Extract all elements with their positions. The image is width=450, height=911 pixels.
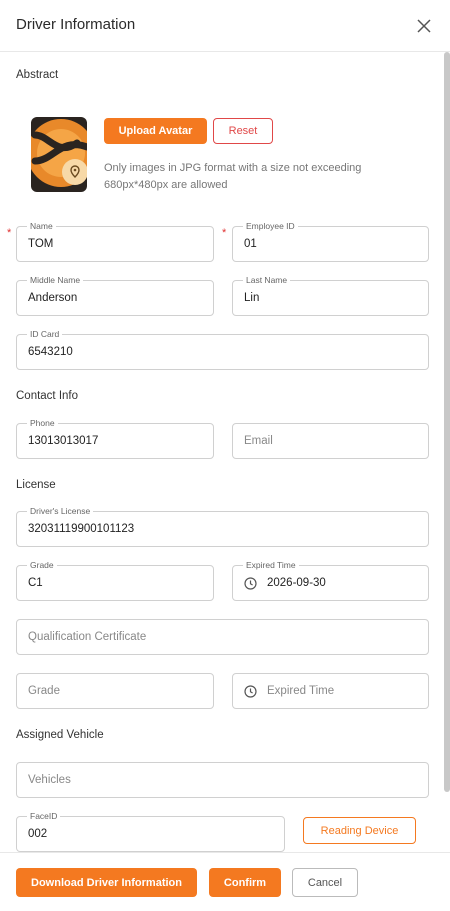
id-card-value: 6543210 [28,346,73,358]
dialog-title: Driver Information [16,16,136,33]
required-mark-employee-id: * [222,227,227,239]
middle-name-field[interactable]: Middle Name Anderson [16,274,214,316]
face-id-value: 002 [28,828,48,840]
last-name-value: Lin [244,292,260,304]
section-assigned-vehicle: Assigned Vehicle [16,729,104,741]
dialog-footer: Download Driver Information Confirm Canc… [0,852,450,911]
certificate-expired-time-field[interactable]: Expired Time [232,673,429,709]
upload-avatar-button[interactable]: Upload Avatar [104,118,207,144]
employee-id-field[interactable]: Employee ID 01 [232,220,429,262]
phone-value: 13013013017 [28,435,99,447]
middle-name-value: Anderson [28,292,78,304]
qualification-certificate-field[interactable]: Qualification Certificate [16,619,429,655]
phone-label: Phone [27,417,58,429]
reset-avatar-button[interactable]: Reset [213,118,273,144]
certificate-grade-placeholder: Grade [28,685,60,697]
drivers-license-field[interactable]: Driver's License 32031119900101123 [16,505,429,547]
dialog-header: Driver Information [0,0,450,52]
section-contact-info: Contact Info [16,390,79,402]
scrollbar[interactable] [444,52,450,792]
drivers-license-value: 32031119900101123 [28,523,135,535]
grade-label: Grade [27,559,57,571]
vehicles-field[interactable]: Vehicles [16,762,429,798]
expired-time-field[interactable]: Expired Time 2026-09-30 [232,559,429,601]
certificate-grade-field[interactable]: Grade [16,673,214,709]
qualification-certificate-placeholder: Qualification Certificate [28,631,147,643]
grade-field[interactable]: Grade C1 [16,559,214,601]
grade-value: C1 [28,577,43,589]
face-id-label: FaceID [27,810,61,822]
employee-id-label: Employee ID [243,220,298,232]
name-field[interactable]: Name TOM [16,220,214,262]
id-card-field[interactable]: ID Card 6543210 [16,328,429,370]
required-mark-name: * [7,227,12,239]
section-abstract: Abstract [16,69,59,81]
upload-hint-line2: 680px*480px are allowed [104,179,228,191]
name-value: TOM [28,238,54,250]
upload-hint-line1: Only images in JPG format with a size no… [104,162,362,174]
upload-hint: Only images in JPG format with a size no… [104,160,404,194]
last-name-label: Last Name [243,274,291,286]
download-driver-information-button[interactable]: Download Driver Information [16,868,197,897]
id-card-label: ID Card [27,328,63,340]
middle-name-label: Middle Name [27,274,84,286]
confirm-button[interactable]: Confirm [209,868,281,897]
email-field[interactable]: Email [232,423,429,459]
cancel-button[interactable]: Cancel [292,868,358,897]
name-label: Name [27,220,56,232]
section-license: License [16,479,56,491]
expired-time-value: 2026-09-30 [267,577,326,589]
certificate-expired-time-placeholder: Expired Time [267,685,335,697]
last-name-field[interactable]: Last Name Lin [232,274,429,316]
clock-icon [244,577,257,590]
clock-icon [244,685,257,698]
phone-field[interactable]: Phone 13013013017 [16,417,214,459]
face-id-field[interactable]: FaceID 002 [16,810,285,852]
avatar-image [31,117,87,192]
drivers-license-label: Driver's License [27,505,94,517]
reading-device-button[interactable]: Reading Device [303,817,416,844]
email-placeholder: Email [244,435,273,447]
vehicles-placeholder: Vehicles [28,774,71,786]
expired-time-label: Expired Time [243,559,299,571]
employee-id-value: 01 [244,238,257,250]
close-icon[interactable] [415,17,433,35]
